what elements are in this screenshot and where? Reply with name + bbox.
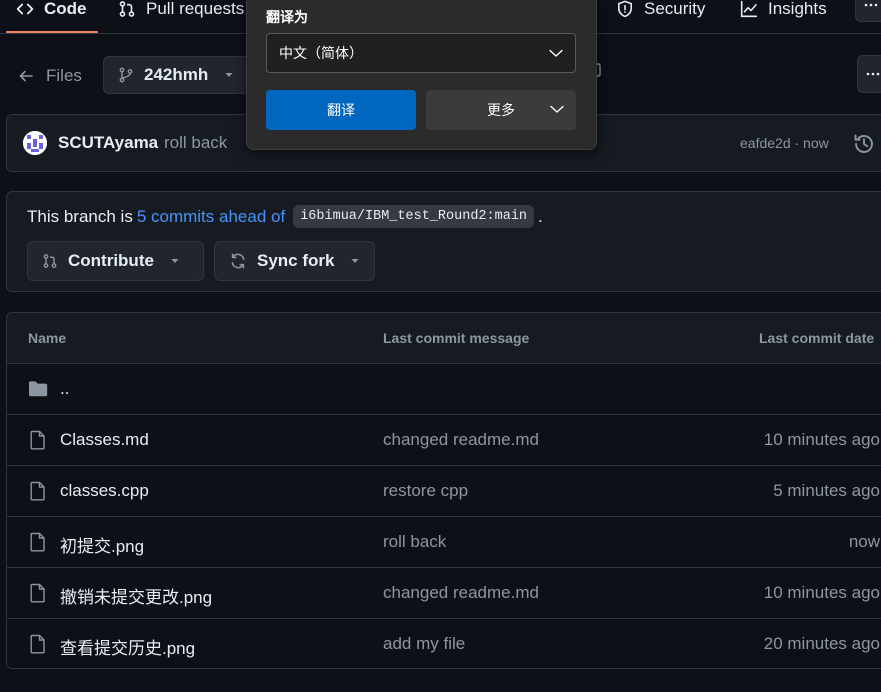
table-row[interactable]: Classes.md changed readme.md 10 minutes … xyxy=(7,415,881,466)
graph-icon xyxy=(740,0,758,18)
branch-selector-button[interactable]: 242hmh xyxy=(103,56,263,94)
tab-pull-requests-label: Pull requests xyxy=(146,0,245,18)
file-name[interactable]: 撤销未提交更改.png xyxy=(60,583,212,608)
kebab-horizontal-icon xyxy=(865,66,881,82)
tab-code-label: Code xyxy=(44,0,87,18)
folder-icon xyxy=(28,380,48,398)
sync-fork-button[interactable]: Sync fork xyxy=(214,241,375,281)
sync-icon xyxy=(229,252,247,270)
git-pull-request-icon xyxy=(118,0,136,18)
kebab-horizontal-icon xyxy=(863,0,879,13)
target-language-select[interactable]: 中文（简体） xyxy=(266,33,576,73)
tab-insights-label: Insights xyxy=(768,0,827,18)
more-options-label: 更多 xyxy=(487,102,515,118)
file-commit-date: now xyxy=(848,532,880,551)
triangle-down-icon xyxy=(350,256,360,266)
file-commit-date: 20 minutes ago xyxy=(763,634,880,653)
file-name[interactable]: Classes.md xyxy=(60,430,149,450)
file-commit-message[interactable]: changed readme.md xyxy=(383,583,539,603)
header-last-commit-message: Last commit message xyxy=(383,330,530,346)
arrow-left-icon xyxy=(18,68,34,84)
shield-icon xyxy=(616,0,634,18)
active-tab-underline xyxy=(6,31,98,33)
contribute-label: Contribute xyxy=(68,251,154,270)
table-row[interactable]: classes.cpp restore cpp 5 minutes ago xyxy=(7,466,881,517)
history-icon[interactable] xyxy=(853,133,875,155)
contribute-button[interactable]: Contribute xyxy=(27,241,204,281)
triangle-down-icon xyxy=(224,70,234,80)
file-icon xyxy=(29,481,47,501)
table-row[interactable]: 撤销未提交更改.png changed readme.md 10 minutes… xyxy=(7,568,881,619)
commit-author[interactable]: SCUTAyama xyxy=(58,133,158,153)
branch-ahead-status: This branch is 5 commits ahead of i6bimu… xyxy=(27,205,543,228)
chevron-down-icon xyxy=(548,47,564,59)
git-pull-request-icon xyxy=(42,253,58,269)
file-table-header: Name Last commit message Last commit dat… xyxy=(7,313,881,364)
git-branch-icon xyxy=(118,67,134,83)
file-commit-message[interactable]: changed readme.md xyxy=(383,430,539,450)
ahead-prefix: This branch is xyxy=(27,206,133,226)
files-label: Files xyxy=(46,66,82,85)
parent-directory-link[interactable]: .. xyxy=(60,379,69,399)
file-name[interactable]: 查看提交历史.png xyxy=(60,634,195,659)
branch-name: 242hmh xyxy=(144,65,209,84)
table-row[interactable]: 查看提交历史.png add my file 20 minutes ago xyxy=(7,619,881,668)
sync-fork-label: Sync fork xyxy=(257,251,335,270)
file-name[interactable]: classes.cpp xyxy=(60,481,149,501)
parent-directory-row[interactable]: .. xyxy=(7,364,881,415)
file-commit-message[interactable]: roll back xyxy=(383,532,446,552)
ahead-suffix: . xyxy=(538,206,543,226)
ahead-commits-link[interactable]: 5 commits ahead of xyxy=(137,207,285,227)
table-row[interactable]: 初提交.png roll back now xyxy=(7,517,881,568)
file-table: Name Last commit message Last commit dat… xyxy=(6,312,881,669)
header-last-commit-date: Last commit date xyxy=(759,330,875,346)
more-options-button[interactable]: 更多 xyxy=(426,90,576,130)
translate-button[interactable]: 翻译 xyxy=(266,90,416,130)
translate-popup-title: 翻译为 xyxy=(266,9,308,25)
file-icon xyxy=(29,430,47,450)
file-commit-date: 5 minutes ago xyxy=(773,481,880,500)
file-icon xyxy=(29,634,47,654)
tab-insights[interactable]: Insights xyxy=(740,0,827,24)
file-name[interactable]: 初提交.png xyxy=(60,532,144,557)
triangle-down-icon xyxy=(170,256,180,266)
code-icon xyxy=(16,0,34,18)
commit-message[interactable]: roll back xyxy=(164,133,227,153)
translate-button-label: 翻译 xyxy=(327,102,355,118)
repo-more-button[interactable] xyxy=(855,0,881,22)
upstream-ref[interactable]: i6bimua/IBM_test_Round2:main xyxy=(293,205,535,228)
tab-security[interactable]: Security xyxy=(616,0,705,24)
avatar[interactable] xyxy=(23,131,47,155)
file-commit-date: 10 minutes ago xyxy=(763,583,880,602)
tab-pull-requests[interactable]: Pull requests xyxy=(118,0,244,24)
target-language-value: 中文（简体） xyxy=(279,45,363,61)
tab-code[interactable]: Code xyxy=(16,0,87,24)
file-commit-message[interactable]: add my file xyxy=(383,634,465,654)
file-actions-more-button[interactable] xyxy=(857,55,881,93)
file-commit-date: 10 minutes ago xyxy=(763,430,880,449)
tab-security-label: Security xyxy=(644,0,706,18)
files-back-link[interactable]: Files xyxy=(18,62,82,90)
file-icon xyxy=(29,583,47,603)
chevron-down-icon xyxy=(549,103,565,115)
header-name: Name xyxy=(28,330,67,346)
file-icon xyxy=(29,532,47,552)
commit-sha-time[interactable]: eafde2d · now xyxy=(740,135,829,151)
file-commit-message[interactable]: restore cpp xyxy=(383,481,468,501)
